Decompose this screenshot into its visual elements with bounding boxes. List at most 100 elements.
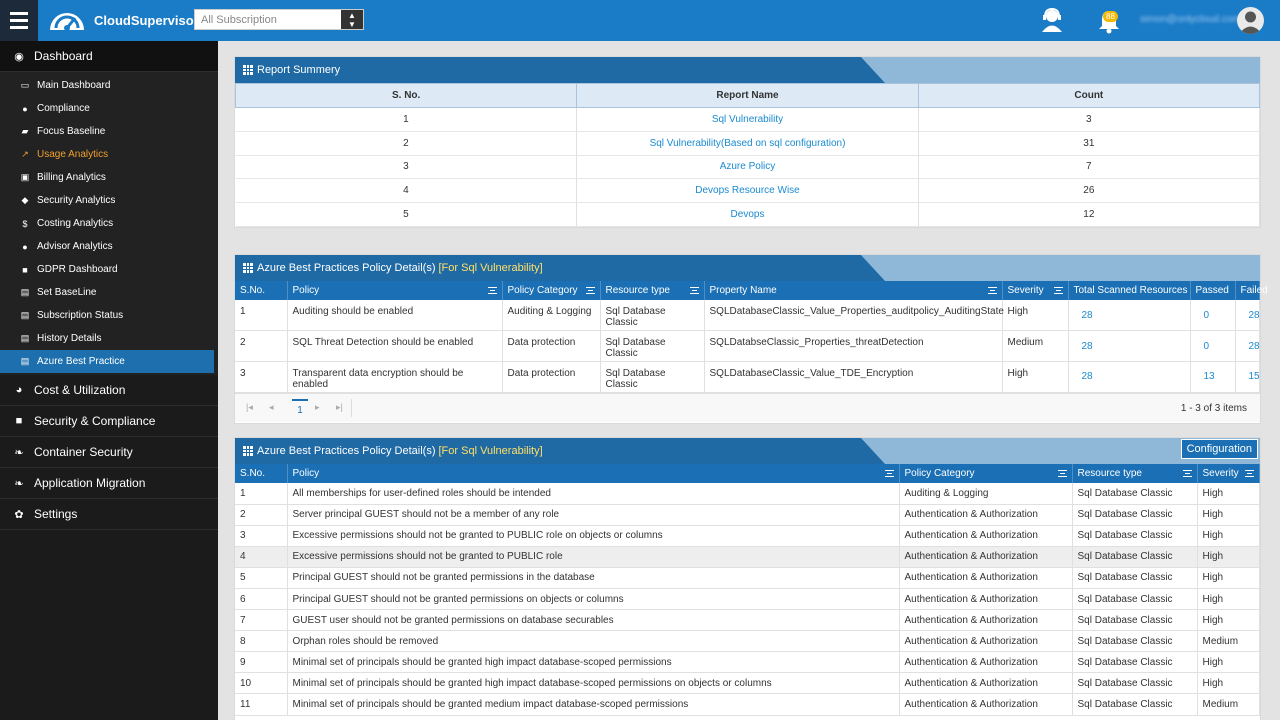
total-cell[interactable]: 28: [1068, 300, 1191, 332]
filter-icon[interactable]: [987, 287, 997, 294]
prev-page-icon[interactable]: ◂: [269, 402, 274, 413]
sidebar-item-cost-utilization[interactable]: ◕ Cost & Utilization: [0, 375, 218, 406]
sidebar-item-application-migration[interactable]: ❧ Application Migration: [0, 468, 218, 499]
menu-toggle-button[interactable]: [0, 0, 38, 41]
sidebar-item-billing-analytics[interactable]: ▣ Billing Analytics: [0, 166, 218, 189]
total-cell-link[interactable]: 28: [1082, 371, 1093, 382]
column-header[interactable]: S. No.: [234, 83, 578, 108]
column-header[interactable]: Total Scanned Resources: [1068, 281, 1191, 300]
last-page-icon[interactable]: ▸|: [336, 402, 343, 413]
current-page[interactable]: 1: [292, 398, 308, 416]
sidebar-item-compliance[interactable]: ● Compliance: [0, 97, 218, 120]
table-row[interactable]: 9 Minimal set of principals should be gra…: [235, 651, 1260, 674]
failed-cell-link[interactable]: 28: [1249, 310, 1260, 321]
filter-icon[interactable]: [1053, 287, 1063, 294]
column-header[interactable]: Resource type: [1072, 464, 1198, 483]
sidebar-item-usage-analytics[interactable]: ↗ Usage Analytics: [0, 143, 218, 166]
filter-icon[interactable]: [1057, 470, 1067, 477]
sidebar-item-container-security[interactable]: ❧ Container Security: [0, 437, 218, 468]
sidebar-item-settings[interactable]: ✿ Settings: [0, 499, 218, 530]
table-row[interactable]: 11 Minimal set of principals should be gr…: [235, 693, 1260, 716]
sidebar-item-main-dashboard[interactable]: ▭ Main Dashboard: [0, 74, 218, 97]
table-row[interactable]: 10 Minimal set of principals should be gr…: [235, 672, 1260, 695]
report-name-cell[interactable]: Devops Resource Wise: [576, 178, 919, 204]
table-row[interactable]: 5 Principal GUEST should not be granted p…: [235, 567, 1260, 589]
passed-cell[interactable]: 0: [1190, 330, 1236, 362]
column-header[interactable]: Severity: [1197, 464, 1260, 483]
total-cell-link[interactable]: 28: [1082, 341, 1093, 352]
column-header[interactable]: Property Name: [704, 281, 1003, 300]
sidebar-item-label: Set BaseLine: [37, 287, 97, 298]
table-row[interactable]: 2 Server principal GUEST should not be a …: [235, 504, 1260, 526]
filter-icon[interactable]: [1245, 470, 1254, 477]
table-row[interactable]: 8 Orphan roles should be removed Authentic…: [235, 630, 1260, 653]
notification-bell-icon[interactable]: 88: [1097, 8, 1121, 37]
passed-cell-link[interactable]: 0: [1204, 341, 1210, 352]
table-row[interactable]: 3 Excessive permissions should not be gra…: [235, 525, 1260, 547]
configuration-button[interactable]: Configuration: [1180, 439, 1258, 459]
passed-cell[interactable]: 0: [1190, 300, 1236, 332]
filter-icon[interactable]: [1182, 470, 1192, 477]
chevron-up-down-icon[interactable]: ▲ ▼: [341, 10, 363, 29]
total-cell[interactable]: 28: [1068, 330, 1191, 362]
report-name-cell-link[interactable]: Devops: [731, 209, 765, 220]
passed-cell-link[interactable]: 13: [1204, 371, 1215, 382]
column-header[interactable]: S.No.: [235, 464, 288, 483]
sidebar-item-subscription-status[interactable]: ▤ Subscription Status: [0, 304, 218, 327]
failed-cell-link[interactable]: 28: [1249, 341, 1260, 352]
sidebar-item-dashboard[interactable]: ◉ Dashboard: [0, 41, 218, 72]
column-header[interactable]: Failed: [1235, 281, 1268, 300]
first-page-icon[interactable]: |◂: [246, 402, 253, 413]
report-name-cell[interactable]: Azure Policy: [576, 155, 919, 180]
sidebar-item-azure-best-practice[interactable]: ▤ Azure Best Practice: [0, 350, 214, 373]
total-cell[interactable]: 28: [1068, 361, 1191, 393]
next-page-icon[interactable]: ▸: [315, 402, 320, 413]
report-name-cell[interactable]: Sql Vulnerability(Based on sql configura…: [576, 131, 919, 156]
table-row[interactable]: 4 Excessive permissions should not be gra…: [235, 546, 1260, 568]
sidebar-item-focus-baseline[interactable]: ▰ Focus Baseline: [0, 120, 218, 143]
failed-cell[interactable]: 28: [1235, 300, 1260, 332]
sidebar-item-costing-analytics[interactable]: $ Costing Analytics: [0, 212, 218, 235]
failed-cell[interactable]: 28: [1235, 330, 1260, 362]
column-header[interactable]: Policy: [287, 281, 503, 300]
sidebar-item-set-baseline[interactable]: ▤ Set BaseLine: [0, 281, 218, 304]
column-header[interactable]: Policy Category: [899, 464, 1073, 483]
passed-cell[interactable]: 13: [1190, 361, 1236, 393]
column-header[interactable]: Passed: [1190, 281, 1236, 300]
policy-cell: Principal GUEST should not be granted pe…: [287, 588, 900, 611]
column-header[interactable]: Count: [917, 83, 1261, 108]
sidebar-item-security-analytics[interactable]: ◆ Security Analytics: [0, 189, 218, 212]
table-row[interactable]: 7 GUEST user should not be granted permis…: [235, 609, 1260, 632]
table-row[interactable]: 6 Principal GUEST should not be granted p…: [235, 588, 1260, 611]
filter-icon[interactable]: [884, 470, 894, 477]
report-name-cell-link[interactable]: Devops Resource Wise: [695, 185, 799, 196]
sidebar-item-history-details[interactable]: ▤ History Details: [0, 327, 218, 350]
passed-cell-link[interactable]: 0: [1204, 310, 1210, 321]
table-row[interactable]: 1 All memberships for user-defined roles …: [235, 483, 1260, 505]
report-name-cell[interactable]: Sql Vulnerability: [576, 107, 919, 132]
logo[interactable]: CloudSupervisor®: [44, 4, 204, 37]
column-header[interactable]: S.No.: [235, 281, 288, 300]
report-name-cell-link[interactable]: Sql Vulnerability: [712, 114, 783, 125]
column-header[interactable]: Report Name: [576, 83, 919, 108]
report-name-cell-link[interactable]: Azure Policy: [720, 161, 776, 172]
report-name-cell[interactable]: Devops: [576, 202, 919, 227]
column-header[interactable]: Resource type: [600, 281, 705, 300]
filter-icon[interactable]: [487, 287, 497, 294]
sidebar-item-advisor-analytics[interactable]: ● Advisor Analytics: [0, 235, 218, 258]
support-icon[interactable]: [1040, 7, 1064, 36]
filter-icon[interactable]: [689, 287, 699, 294]
filter-icon[interactable]: [585, 287, 595, 294]
subscription-select[interactable]: All Subscription ▲ ▼: [194, 9, 364, 30]
sidebar-item-gdpr-dashboard[interactable]: ■ GDPR Dashboard: [0, 258, 218, 281]
failed-cell-link[interactable]: 15: [1249, 371, 1260, 382]
column-header[interactable]: Severity: [1002, 281, 1069, 300]
report-name-cell-link[interactable]: Sql Vulnerability(Based on sql configura…: [650, 138, 846, 149]
failed-cell[interactable]: 15: [1235, 361, 1260, 393]
avatar[interactable]: [1237, 7, 1264, 34]
column-header[interactable]: Policy: [287, 464, 900, 483]
category-cell: Data protection: [502, 361, 601, 393]
column-header[interactable]: Policy Category: [502, 281, 601, 300]
sidebar-item-security-compliance[interactable]: ■ Security & Compliance: [0, 406, 218, 437]
total-cell-link[interactable]: 28: [1082, 310, 1093, 321]
